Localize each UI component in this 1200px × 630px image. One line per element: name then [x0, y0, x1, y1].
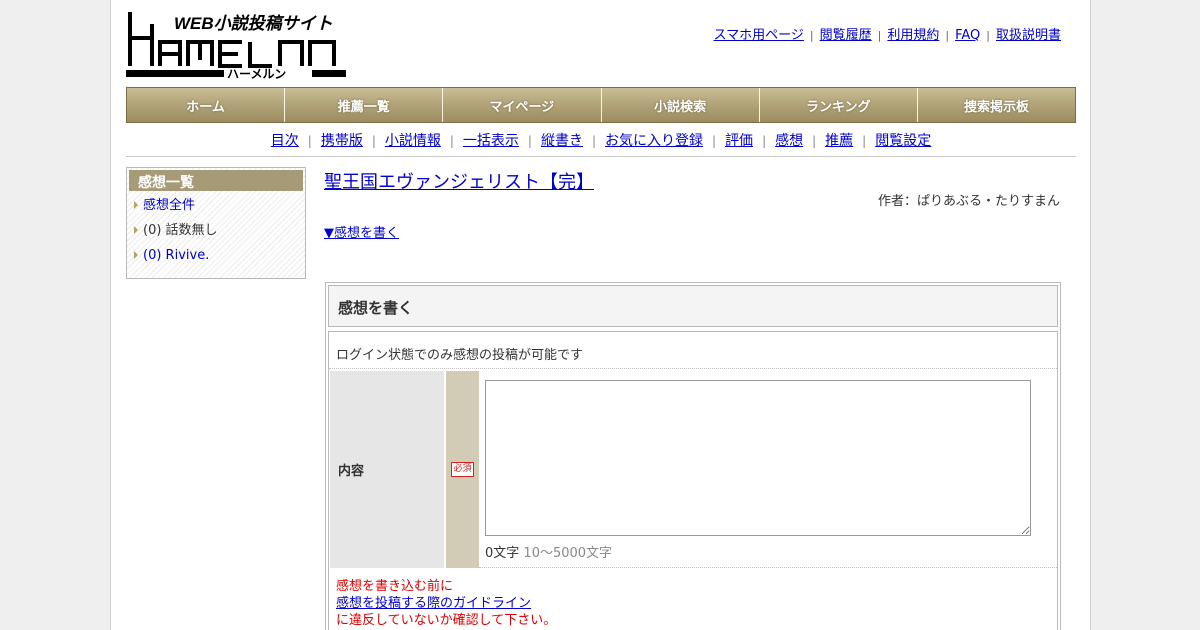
comment-form: 感想を書く ログイン状態でのみ感想の投稿が可能です 内容 必須 0文字 10～5…: [325, 282, 1061, 630]
char-counter: 0文字 10～5000文字: [485, 542, 1057, 561]
char-range: 10～5000文字: [523, 546, 613, 561]
logo-kana: ハーメルン: [227, 67, 286, 80]
content-label: 内容: [330, 371, 446, 568]
page-wrapper: WEB小説投稿サイト ハーメルン スマホ用ページ | 閲覧履歴 | 利用規約 | FAQ | 取…: [110, 0, 1091, 630]
input-cell: 0文字 10～5000文字: [479, 371, 1057, 568]
guide-before-text: 感想を書き込む前に: [336, 579, 454, 594]
sidebar-item-rivive: (0) Rivive.: [129, 247, 303, 272]
terms-link[interactable]: 利用規約: [887, 28, 939, 43]
sidebar-item-no-episode-label: (0) 話数無し: [143, 223, 218, 238]
nav-search-board[interactable]: 捜索掲示板: [918, 88, 1075, 122]
char-count: 0文字: [485, 546, 520, 561]
nav-home[interactable]: ホーム: [127, 88, 286, 122]
subnav-comments[interactable]: 感想: [775, 133, 803, 149]
main-nav: ホーム 推薦一覧 マイページ 小説検索 ランキング 捜索掲示板: [126, 87, 1076, 123]
subnav-mobile[interactable]: 携帯版: [321, 133, 363, 149]
subnav-novel-info[interactable]: 小説情報: [385, 133, 441, 149]
author-name: 作者：ぱりあぶる・たりすまん: [877, 194, 1060, 209]
logo-tagline: WEB小説投稿サイト: [174, 14, 333, 33]
subnav-show-all[interactable]: 一括表示: [463, 133, 519, 149]
sidebar-item-no-episode: (0) 話数無し: [129, 222, 303, 247]
sidebar-title: 感想一覧: [129, 170, 303, 191]
nav-recommend-list[interactable]: 推薦一覧: [285, 88, 444, 122]
required-cell: 必須: [446, 371, 479, 568]
guideline-link[interactable]: 感想を投稿する際のガイドライン: [336, 596, 531, 611]
guideline-notice: 感想を書き込む前に 感想を投稿する際のガイドライン に違反していないか確認して下…: [336, 578, 556, 629]
subnav-toc[interactable]: 目次: [271, 133, 299, 149]
content-row: 内容 必須 0文字 10～5000文字: [330, 371, 1057, 568]
sidebar-item-all-link[interactable]: 感想全件: [143, 198, 195, 213]
nav-novel-search[interactable]: 小説検索: [602, 88, 760, 122]
write-comment-anchor: ▼感想を書く: [324, 222, 399, 241]
novel-sub-nav: 目次 | 携帯版 | 小説情報 | 一括表示 | 縦書き | お気に入り登録 | 評価 | 感想 | 推薦 | 閲覧…: [126, 128, 1076, 157]
comment-list-sidebar: 感想一覧 感想全件 (0) 話数無し (0) Rivive.: [126, 167, 306, 279]
top-links: スマホ用ページ | 閲覧履歴 | 利用規約 | FAQ | 取扱説明書: [713, 28, 1061, 43]
write-comment-link[interactable]: ▼感想を書く: [324, 226, 399, 241]
guide-after-text: に違反していないか確認して下さい。: [336, 613, 557, 628]
history-link[interactable]: 閲覧履歴: [820, 28, 872, 43]
subnav-recommend[interactable]: 推薦: [825, 133, 853, 149]
subnav-rating[interactable]: 評価: [725, 133, 753, 149]
smartphone-page-link[interactable]: スマホ用ページ: [714, 28, 804, 43]
novel-title-link[interactable]: 聖王国エヴァンジェリスト【完】: [324, 172, 594, 193]
novel-title: 聖王国エヴァンジェリスト【完】: [324, 168, 594, 194]
sidebar-item-rivive-link[interactable]: (0) Rivive.: [143, 248, 209, 263]
required-badge: 必須: [451, 462, 474, 477]
faq-link[interactable]: FAQ: [955, 28, 980, 43]
subnav-favorite[interactable]: お気に入り登録: [605, 133, 703, 149]
subnav-vertical[interactable]: 縦書き: [541, 133, 583, 149]
sidebar-item-all: 感想全件: [129, 197, 303, 222]
subnav-view-settings[interactable]: 閲覧設定: [875, 133, 931, 149]
manual-link[interactable]: 取扱説明書: [996, 28, 1061, 43]
login-notice: ログイン状態でのみ感想の投稿が可能です: [329, 332, 1057, 369]
nav-mypage[interactable]: マイページ: [443, 88, 602, 122]
hameln-logo[interactable]: WEB小説投稿サイト ハーメルン: [126, 10, 346, 80]
nav-ranking[interactable]: ランキング: [760, 88, 918, 122]
form-heading: 感想を書く: [328, 285, 1058, 327]
form-body: ログイン状態でのみ感想の投稿が可能です 内容 必須 0文字 10～5000文字 …: [328, 331, 1058, 630]
comment-textarea[interactable]: [485, 380, 1031, 536]
